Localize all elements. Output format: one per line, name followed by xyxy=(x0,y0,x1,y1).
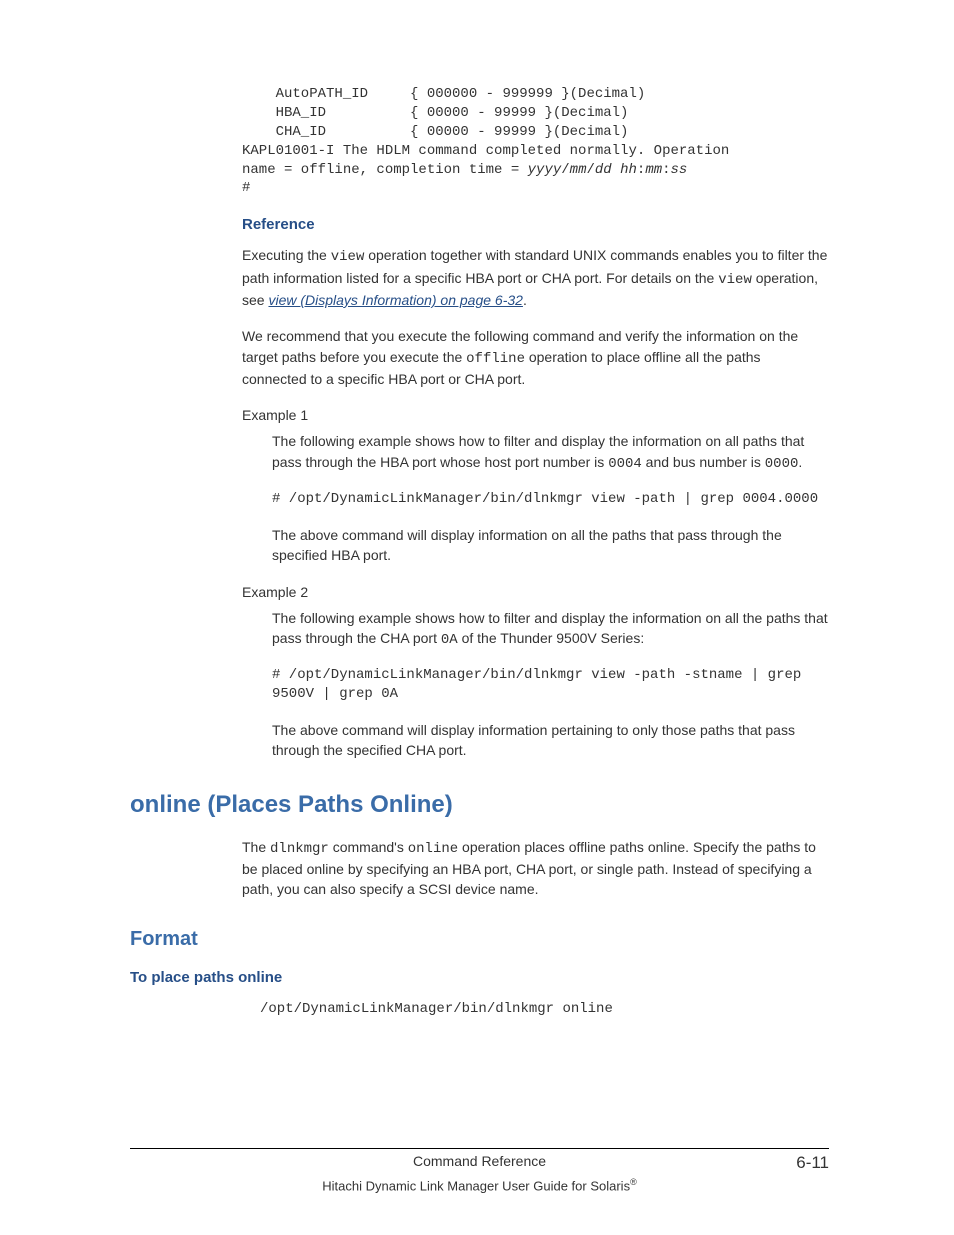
heading-to-place-paths-online: To place paths online xyxy=(130,969,829,986)
example-label: Example 1 xyxy=(242,405,829,425)
code-line: name = offline, completion time = yyyy/m… xyxy=(242,162,687,178)
footer-section-title: Command Reference xyxy=(130,1153,829,1169)
paragraph: The above command will display informati… xyxy=(272,525,829,566)
code-line: KAPL01001-I The HDLM command completed n… xyxy=(242,143,729,159)
paragraph: The dlnkmgr command's online operation p… xyxy=(242,837,829,900)
code-line: AutoPATH_ID { 000000 - 999999 }(Decimal) xyxy=(242,86,645,102)
heading-format: Format xyxy=(130,928,829,951)
code-line: # xyxy=(242,180,250,196)
code-example: # /opt/DynamicLinkManager/bin/dlnkmgr vi… xyxy=(272,666,829,704)
code-format: /opt/DynamicLinkManager/bin/dlnkmgr onli… xyxy=(260,1000,829,1019)
code-example: # /opt/DynamicLinkManager/bin/dlnkmgr vi… xyxy=(272,490,829,509)
footer-doc-title: Hitachi Dynamic Link Manager User Guide … xyxy=(130,1177,829,1193)
page-footer: Command Reference 6-11 Hitachi Dynamic L… xyxy=(130,1148,829,1193)
heading-online-places-paths: online (Places Paths Online) xyxy=(130,791,829,819)
paragraph: Executing the view operation together wi… xyxy=(242,245,829,310)
paragraph: The following example shows how to filte… xyxy=(272,431,829,474)
paragraph: We recommend that you execute the follow… xyxy=(242,326,829,389)
example-label: Example 2 xyxy=(242,582,829,602)
paragraph: The following example shows how to filte… xyxy=(272,608,829,651)
code-line: HBA_ID { 00000 - 99999 }(Decimal) xyxy=(242,105,628,121)
link-view-displays-info[interactable]: view (Displays Information) on page 6-32 xyxy=(268,292,522,308)
paragraph: The above command will display informati… xyxy=(272,720,829,761)
code-line: CHA_ID { 00000 - 99999 }(Decimal) xyxy=(242,124,628,140)
code-output: AutoPATH_ID { 000000 - 999999 }(Decimal)… xyxy=(242,85,829,198)
heading-reference: Reference xyxy=(242,216,829,233)
